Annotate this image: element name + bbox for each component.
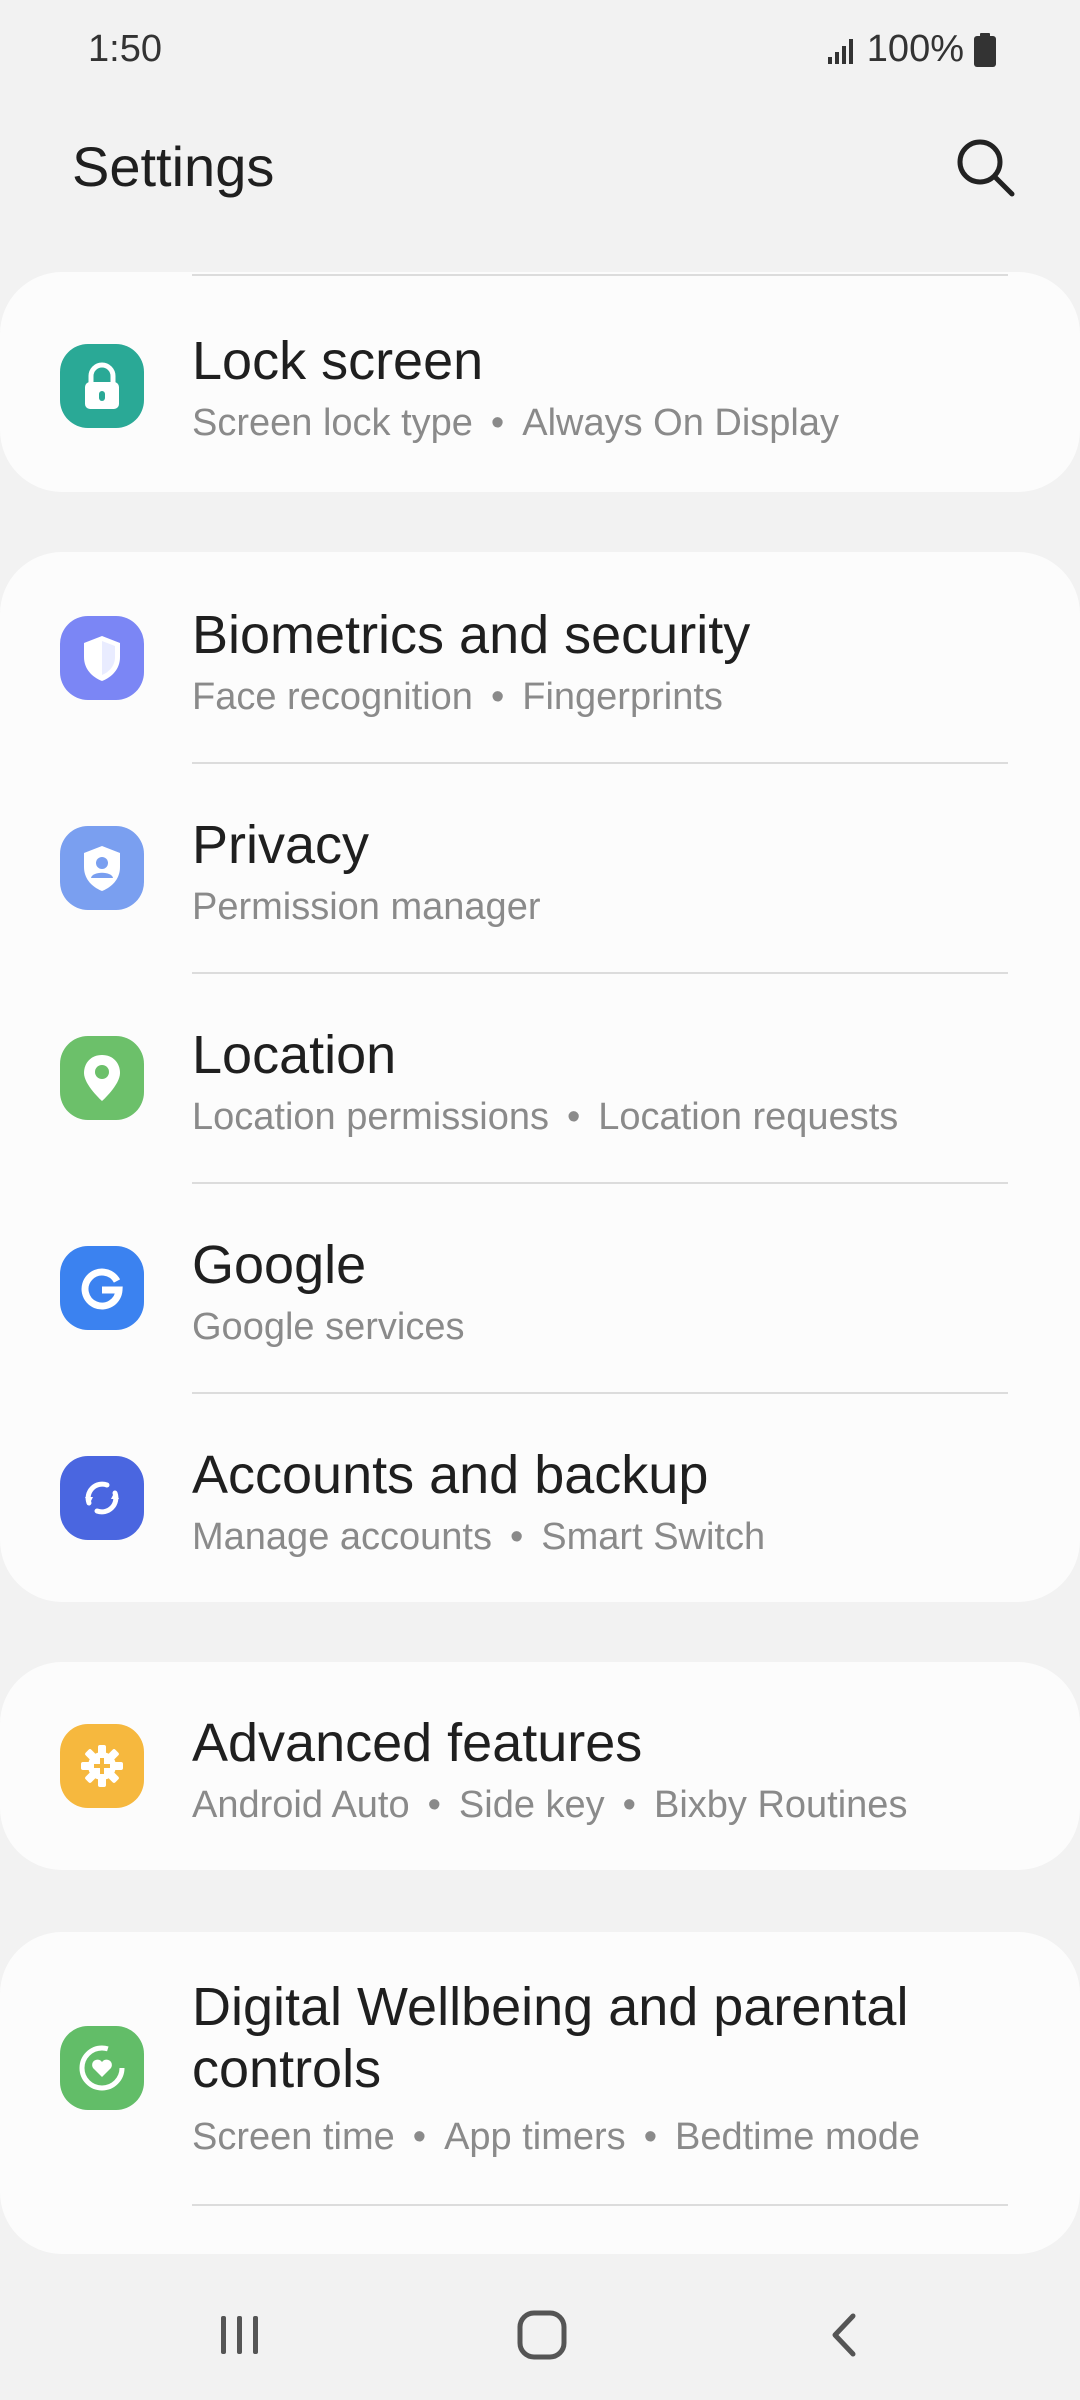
shield-icon	[60, 616, 144, 700]
back-icon	[832, 2313, 856, 2357]
sync-icon	[60, 1456, 144, 1540]
separator-dot: •	[427, 1784, 441, 1826]
signal-icon	[827, 35, 857, 65]
card-lock-screen: Lock screen Screen lock type • Always On D…	[0, 272, 1080, 492]
setting-lock-screen[interactable]: Lock screen Screen lock type • Always On D…	[0, 272, 1080, 492]
setting-title: Google	[192, 1235, 367, 1295]
google-g-icon	[60, 1246, 144, 1330]
divider	[192, 2204, 1008, 2206]
setting-title: Privacy	[192, 815, 370, 875]
recents-icon	[221, 2316, 258, 2354]
setting-biometrics-security[interactable]: Biometrics and security Face recognition…	[0, 552, 1080, 762]
page-title: Settings	[72, 135, 275, 198]
app-header: Settings	[0, 110, 1080, 220]
search-icon	[957, 139, 1015, 197]
status-indicators: 100%	[827, 28, 996, 71]
subtitle-part: Fingerprints	[522, 676, 723, 718]
setting-subtitle: Location permissions • Location requests	[192, 1096, 898, 1139]
setting-title: Accounts and backup	[192, 1445, 709, 1505]
search-button[interactable]	[950, 132, 1020, 202]
gear-plus-icon	[60, 1724, 144, 1808]
home-button[interactable]	[502, 2300, 582, 2370]
subtitle-part: App timers	[444, 2116, 626, 2158]
setting-subtitle: Android Auto • Side key • Bixby Routines	[192, 1784, 907, 1827]
subtitle-part: Face recognition	[192, 676, 473, 718]
recent-apps-button[interactable]	[200, 2300, 280, 2370]
separator-dot: •	[490, 402, 505, 444]
setting-digital-wellbeing[interactable]: Digital Wellbeing and parental controls …	[0, 1932, 1080, 2202]
battery-percent: 100%	[866, 28, 964, 70]
setting-advanced-features[interactable]: Advanced features Android Auto • Side key •…	[0, 1662, 1080, 1870]
subtitle-part: Screen lock type	[192, 402, 473, 444]
setting-subtitle: Permission manager	[192, 886, 540, 929]
separator-dot: •	[566, 1096, 581, 1138]
subtitle-part: Location requests	[598, 1096, 899, 1138]
home-icon	[517, 2310, 567, 2360]
status-time: 1:50	[88, 28, 162, 70]
subtitle-part: Always On Display	[522, 402, 839, 444]
lock-icon	[60, 344, 144, 428]
subtitle-part: Manage accounts	[192, 1516, 492, 1558]
separator-dot: •	[509, 1516, 524, 1558]
subtitle-part: Android Auto	[192, 1784, 410, 1826]
setting-location[interactable]: Location Location permissions • Location r…	[0, 974, 1080, 1182]
separator-dot: •	[643, 2116, 657, 2158]
subtitle-part: Side key	[458, 1784, 605, 1826]
setting-subtitle: Manage accounts • Smart Switch	[192, 1516, 765, 1559]
location-pin-icon	[60, 1036, 144, 1120]
subtitle-part: Location permissions	[192, 1096, 549, 1138]
setting-subtitle: Google services	[192, 1306, 464, 1349]
back-button[interactable]	[804, 2300, 884, 2370]
separator-dot: •	[622, 1784, 636, 1826]
setting-privacy[interactable]: Privacy Permission manager	[0, 764, 1080, 972]
card-digital-wellbeing: Digital Wellbeing and parental controls …	[0, 1932, 1080, 2254]
separator-dot: •	[490, 676, 505, 718]
subtitle-part: Permission manager	[192, 886, 541, 928]
subtitle-part: Bedtime mode	[675, 2116, 921, 2158]
setting-title: Digital Wellbeing and parental controls	[192, 1977, 909, 2099]
setting-title: Lock screen	[192, 331, 484, 391]
setting-subtitle: Face recognition • Fingerprints	[192, 676, 723, 719]
setting-accounts-backup[interactable]: Accounts and backup Manage accounts • Smar…	[0, 1394, 1080, 1602]
subtitle-part: Google services	[192, 1306, 465, 1348]
subtitle-part: Screen time	[192, 2116, 395, 2158]
card-advanced-features: Advanced features Android Auto • Side key •…	[0, 1662, 1080, 1870]
setting-title: Biometrics and security	[192, 605, 751, 665]
setting-title: Location	[192, 1025, 397, 1085]
status-bar: 1:50 100%	[0, 0, 1080, 100]
setting-subtitle: Screen time • App timers • Bedtime mode	[192, 2116, 920, 2159]
setting-title: Advanced features	[192, 1713, 643, 1773]
battery-icon	[974, 32, 996, 67]
subtitle-part: Smart Switch	[541, 1516, 766, 1558]
card-security-group: Biometrics and security Face recognition…	[0, 552, 1080, 1602]
subtitle-part: Bixby Routines	[653, 1784, 908, 1826]
navigation-bar	[0, 2260, 1080, 2400]
separator-dot: •	[412, 2116, 427, 2158]
heart-ring-icon	[60, 2026, 144, 2110]
privacy-shield-icon	[60, 826, 144, 910]
setting-google[interactable]: Google Google services	[0, 1184, 1080, 1392]
setting-subtitle: Screen lock type • Always On Display	[192, 402, 839, 445]
